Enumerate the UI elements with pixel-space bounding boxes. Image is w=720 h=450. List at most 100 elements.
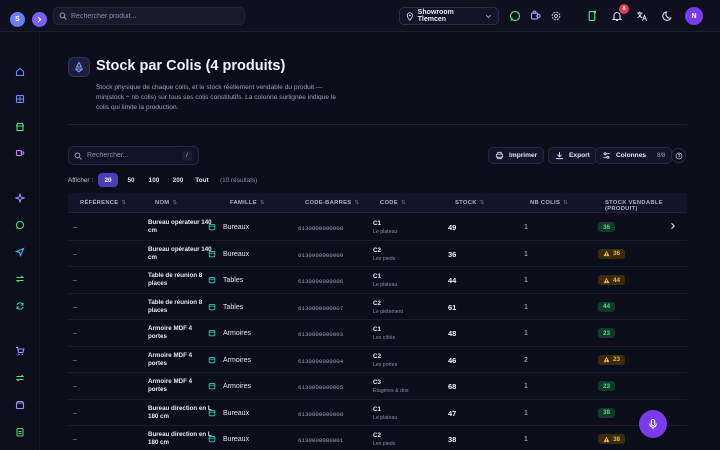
expand-sidebar-button[interactable]: [32, 12, 47, 27]
col-code-barres[interactable]: CODE-BARRES ⇅: [305, 200, 359, 206]
cell-code: C2: [373, 432, 381, 439]
stock-vendable-value: 23: [603, 382, 611, 390]
voice-assistant-button[interactable]: [639, 410, 667, 438]
table-row[interactable]: – Armoire MDF 4 portes Armoires 61300000000…: [68, 320, 687, 347]
cell-stock: 47: [448, 408, 457, 418]
table-search[interactable]: /: [68, 146, 199, 165]
cell-nom: Bureau opérateur 140 cm: [148, 245, 212, 261]
phone-icon[interactable]: [585, 9, 599, 23]
export-button[interactable]: Export: [548, 147, 597, 164]
whatsapp-icon[interactable]: [508, 9, 522, 23]
cell-nom: Armoire MDF 4 portes: [148, 325, 193, 340]
send-icon[interactable]: [13, 245, 27, 259]
cell-code-barres: 6130000000008: [298, 225, 344, 232]
global-search[interactable]: [53, 7, 245, 25]
col-stock[interactable]: STOCK ⇅: [455, 200, 485, 206]
col-reference[interactable]: RÉFÉRENCE ⇅: [80, 200, 126, 206]
cell-stock: 38: [448, 435, 457, 444]
box-icon[interactable]: [13, 398, 27, 412]
download-icon: [555, 151, 564, 160]
page-size-all[interactable]: Tout: [193, 173, 211, 187]
cell-code-barres: 6130000000006: [298, 278, 344, 285]
cell-code-detail: Le plateau: [373, 229, 398, 235]
cell-code: C2: [373, 352, 381, 360]
folder-icon: [208, 435, 216, 443]
cell-nb-colis: 1: [524, 330, 528, 337]
top-bar: S Showroom Tlemcen 8 N: [0, 0, 720, 32]
home-icon[interactable]: [13, 65, 27, 79]
puzzle-icon[interactable]: [13, 146, 27, 160]
cell-nb-colis: 1: [524, 436, 528, 443]
warning-icon: [603, 436, 610, 442]
cell-code-detail: Les côtés: [373, 335, 396, 341]
cart-icon[interactable]: [13, 344, 27, 358]
stock-vendable-value: 38: [613, 435, 621, 443]
table-row[interactable]: – Bureau opérateur 140 cm Bureaux 613000000…: [68, 214, 687, 241]
col-code[interactable]: CODE ⇅: [380, 200, 406, 206]
folder-icon: [208, 303, 216, 311]
cell-famille: Tables: [223, 303, 244, 311]
grid-icon[interactable]: [13, 92, 27, 106]
sort-icon: ⇅: [354, 200, 360, 206]
location-pin-icon: [406, 11, 413, 21]
export-label: Export: [569, 152, 590, 159]
transfer-icon[interactable]: [13, 272, 27, 286]
cell-stock: 61: [448, 302, 457, 312]
help-icon: [675, 152, 682, 159]
warning-icon: [603, 356, 610, 363]
cell-code-detail: Les pieds: [373, 255, 396, 262]
cell-stock: 68: [448, 382, 457, 391]
gear-icon[interactable]: [549, 9, 563, 23]
clipboard-icon[interactable]: [13, 425, 27, 439]
cell-code: C1: [373, 326, 381, 333]
puzzle-icon[interactable]: [529, 9, 543, 23]
cell-reference: –: [73, 250, 77, 258]
cell-code-detail: Étagères & dos: [373, 388, 409, 394]
showroom-selector[interactable]: Showroom Tlemcen: [399, 7, 499, 25]
cell-famille: Bureaux: [223, 436, 250, 443]
table-row[interactable]: – Bureau direction en L 180 cm Bureaux 6130…: [68, 426, 687, 450]
moon-icon[interactable]: [661, 9, 675, 23]
sparkle-icon[interactable]: [13, 191, 27, 205]
table-row[interactable]: – Table de réunion 8 places Tables 61300000…: [68, 294, 687, 320]
table-row[interactable]: – Bureau direction en L 180 cm Bureaux 6130…: [68, 400, 687, 426]
page-icon: [68, 57, 90, 77]
table-search-input[interactable]: [87, 152, 177, 159]
chat-icon[interactable]: [13, 218, 27, 232]
cell-nom: Bureau opérateur 140 cm: [148, 219, 212, 234]
global-search-input[interactable]: [71, 12, 231, 20]
col-nb-colis[interactable]: NB COLIS ⇅: [530, 200, 568, 206]
page-title: Stock par Colis (4 produits): [96, 58, 286, 74]
table-row[interactable]: – Bureau opérateur 140 cm Bureaux 613000000…: [68, 241, 687, 267]
page-size-20[interactable]: 20: [98, 173, 118, 187]
store-icon[interactable]: [13, 120, 27, 134]
help-button[interactable]: [671, 148, 686, 163]
table-row[interactable]: – Armoire MDF 4 portes Armoires 61300000000…: [68, 373, 687, 400]
col-nom[interactable]: NOM ⇅: [155, 200, 177, 206]
cell-stock: 46: [448, 355, 457, 365]
page-size-50[interactable]: 50: [123, 173, 139, 187]
app-logo[interactable]: S: [10, 12, 25, 27]
page-size-100[interactable]: 100: [145, 173, 163, 187]
folder-icon: [208, 250, 216, 258]
refresh-icon[interactable]: [13, 299, 27, 313]
col-stock-vendable[interactable]: STOCK VENDABLE (PRODUIT): [605, 200, 687, 212]
stock-table: RÉFÉRENCE ⇅ NOM ⇅ FAMILLE ⇅ CODE-BARRES ⇅ CO…: [68, 193, 687, 450]
cell-nb-colis: 1: [524, 224, 528, 231]
cell-code-barres: 6130000000003: [298, 331, 344, 338]
recycle-icon: [74, 61, 84, 73]
columns-button[interactable]: Colonnes 8/8: [595, 147, 673, 164]
print-button[interactable]: Imprimer: [488, 147, 545, 164]
stock-vendable-value: 38: [603, 409, 611, 416]
table-row[interactable]: – Table de réunion 8 places Tables 61300000…: [68, 267, 687, 294]
cell-code: C3: [373, 379, 381, 386]
avatar[interactable]: N: [685, 7, 703, 25]
search-shortcut: /: [182, 151, 192, 161]
chevron-right-icon[interactable]: [669, 222, 677, 230]
exchange-icon[interactable]: [13, 371, 27, 385]
page-size-200[interactable]: 200: [169, 173, 187, 187]
table-row[interactable]: – Armoire MDF 4 portes Armoires 61300000000…: [68, 347, 687, 373]
col-famille[interactable]: FAMILLE ⇅: [230, 200, 265, 206]
folder-icon: [208, 223, 216, 231]
translate-icon[interactable]: [635, 9, 649, 23]
